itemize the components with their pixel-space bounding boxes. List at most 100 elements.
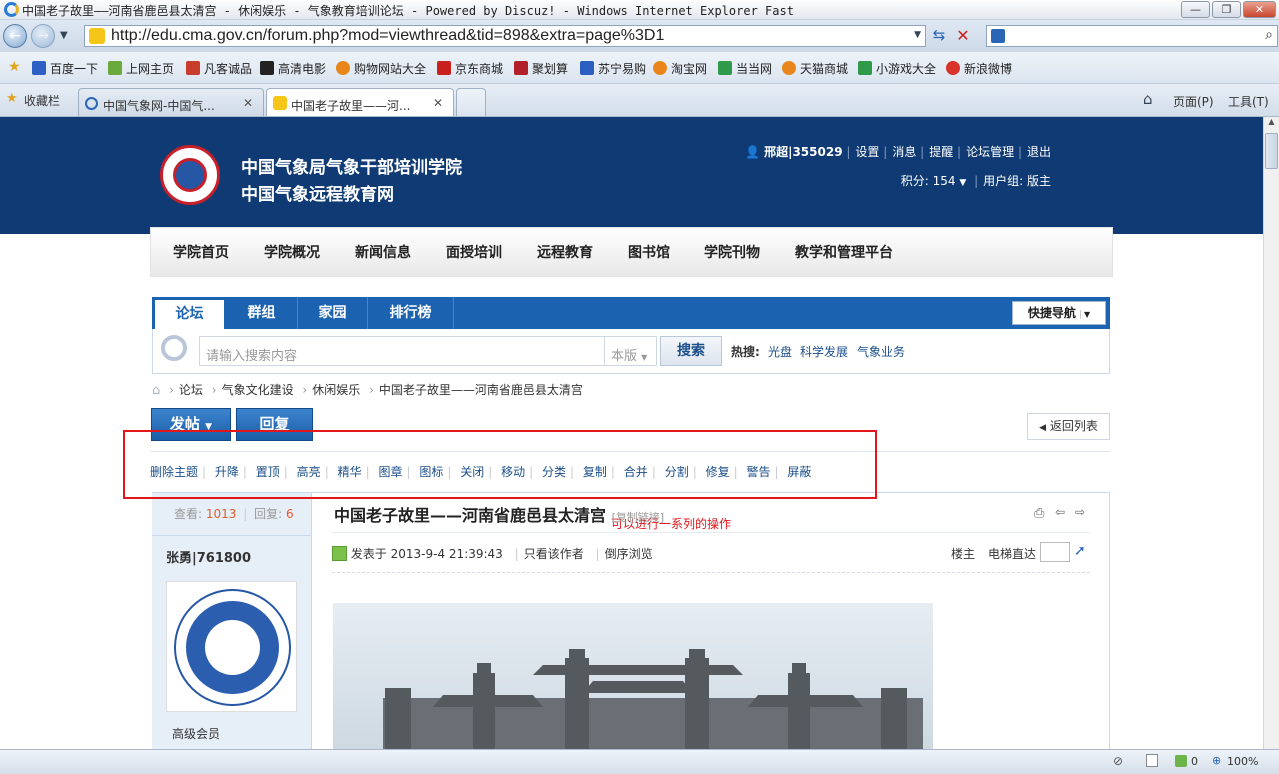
search-scope-select[interactable]: 本版 ▼ <box>605 336 657 366</box>
favorite-link[interactable]: 上网主页 <box>108 60 174 77</box>
tab-forum[interactable]: 论坛 <box>155 300 224 329</box>
browser-tab[interactable]: 中国气象网-中国气... ✕ <box>78 88 264 116</box>
favorite-link[interactable]: 新浪微博 <box>946 60 1012 77</box>
points-dropdown[interactable]: 积分: 154 <box>901 174 956 188</box>
academy-logo <box>160 145 220 205</box>
breadcrumb-item[interactable]: 论坛 <box>179 383 203 397</box>
close-window-button[interactable]: ✕ <box>1243 1 1276 18</box>
favorite-link[interactable]: 淘宝网 <box>653 60 707 77</box>
browser-search-input[interactable]: ⌕ <box>986 25 1278 47</box>
avatar[interactable] <box>166 581 297 712</box>
back-arrow-icon[interactable]: ← <box>3 24 27 48</box>
jd-icon <box>437 61 451 75</box>
back-to-list-button[interactable]: ◀ 返回列表 <box>1027 413 1110 440</box>
maximize-button[interactable]: ❐ <box>1212 1 1241 18</box>
chevron-down-icon: ▼ <box>959 178 967 188</box>
favorites-center-label[interactable]: 收藏栏 <box>24 92 60 109</box>
nav-item[interactable]: 学院首页 <box>173 242 229 262</box>
logout-link[interactable]: 退出 <box>1027 145 1051 159</box>
online-status-icon <box>332 546 347 561</box>
stop-icon[interactable]: ✕ <box>953 26 973 46</box>
hot-search-link[interactable]: 科学发展 <box>800 343 848 360</box>
scroll-up-icon[interactable]: ▲ <box>1265 117 1278 131</box>
jump-label: 电梯直达 <box>988 547 1037 561</box>
favorite-link[interactable]: 天猫商城 <box>782 60 848 77</box>
dangdang-icon <box>718 61 732 75</box>
close-tab-icon[interactable]: ✕ <box>243 96 253 110</box>
tab-ranking[interactable]: 排行榜 <box>368 297 454 329</box>
hot-search-link[interactable]: 光盘 <box>768 343 792 360</box>
window-title-bar: 中国老子故里——河南省鹿邑县太清宫 - 休闲娱乐 - 气象教育培训论坛 - Po… <box>0 0 1279 20</box>
address-row: ← → ▼ http://edu.cma.gov.cn/forum.php?mo… <box>0 20 1279 52</box>
refresh-icon[interactable]: ⇆ <box>929 26 949 46</box>
add-favorite-icon[interactable]: ★ <box>8 59 21 75</box>
status-bar: ⊘ 0 ⊕ 100% <box>0 749 1279 774</box>
address-bar[interactable]: http://edu.cma.gov.cn/forum.php?mod=view… <box>84 25 926 47</box>
chevron-down-icon: ▼ <box>1080 310 1091 319</box>
only-author-link[interactable]: 只看该作者 <box>524 547 584 561</box>
movie-icon <box>260 61 274 75</box>
nav-item[interactable]: 面授培训 <box>446 242 502 262</box>
favorite-link[interactable]: 购物网站大全 <box>336 60 426 77</box>
settings-link[interactable]: 设置 <box>855 145 879 159</box>
page-menu[interactable]: 页面(P) <box>1173 93 1214 110</box>
quick-nav-button[interactable]: 快捷导航 ▼ <box>1012 301 1106 325</box>
site-name-line1: 中国气象局气象干部培训学院 <box>241 158 462 178</box>
favorite-link[interactable]: 苏宁易购 <box>580 60 646 77</box>
copy-link[interactable]: [复制链接] <box>612 511 665 524</box>
previous-thread-icon[interactable]: ⇦ <box>1055 505 1065 519</box>
reverse-order-link[interactable]: 倒序浏览 <box>605 547 653 561</box>
nav-item[interactable]: 学院概况 <box>264 242 320 262</box>
hot-search-link[interactable]: 气象业务 <box>857 343 905 360</box>
next-thread-icon[interactable]: ⇨ <box>1075 505 1085 519</box>
minimize-button[interactable]: — <box>1181 1 1210 18</box>
breadcrumb-item[interactable]: 气象文化建设 <box>222 383 294 397</box>
forward-arrow-icon[interactable]: → <box>31 24 55 48</box>
favorite-link[interactable]: 高清电影 <box>260 60 326 77</box>
thread-title: 中国老子故里——河南省鹿邑县太清宫 [复制链接] <box>334 506 665 525</box>
tab-groups[interactable]: 群组 <box>226 297 298 329</box>
zoom-level[interactable]: 100% <box>1227 755 1258 768</box>
home-icon[interactable]: ⌂ <box>152 383 160 398</box>
breadcrumb-item[interactable]: 休闲娱乐 <box>312 383 360 397</box>
floor-label: 楼主 <box>951 547 976 561</box>
vertical-scrollbar[interactable]: ▲ <box>1263 117 1279 749</box>
tab-home[interactable]: 家园 <box>298 297 368 329</box>
print-icon[interactable]: ⎙ <box>1034 506 1044 521</box>
messages-link[interactable]: 消息 <box>892 145 916 159</box>
home-icon[interactable]: ⌂ <box>1143 90 1153 108</box>
search-icon[interactable]: ⌕ <box>1265 27 1273 43</box>
scroll-thumb[interactable] <box>1265 133 1278 169</box>
username-link[interactable]: 邢超|355029 <box>764 145 842 159</box>
nav-item[interactable]: 学院刊物 <box>704 242 760 262</box>
nav-item[interactable]: 教学和管理平台 <box>795 242 893 262</box>
search-button[interactable]: 搜索 <box>660 336 722 366</box>
author-name[interactable]: 张勇|761800 <box>166 547 251 566</box>
favorite-link[interactable]: 凡客诚品 <box>186 60 252 77</box>
go-icon[interactable]: ➚ <box>1074 543 1086 559</box>
favorite-link[interactable]: 小游戏大全 <box>858 60 936 77</box>
tools-menu[interactable]: 工具(T) <box>1228 93 1269 110</box>
favorite-link[interactable]: 京东商城 <box>437 60 503 77</box>
addon-icon <box>1175 755 1187 767</box>
post-date: 发表于 2013-9-4 21:39:43 <box>350 547 503 561</box>
new-tab-button[interactable] <box>456 88 486 116</box>
nav-item[interactable]: 图书馆 <box>628 242 670 262</box>
history-dropdown-icon[interactable]: ▼ <box>60 30 68 41</box>
nav-item[interactable]: 远程教育 <box>537 242 593 262</box>
favorite-link[interactable]: 聚划算 <box>514 60 568 77</box>
favorite-link[interactable]: 百度一下 <box>32 60 98 77</box>
forum-admin-link[interactable]: 论坛管理 <box>966 145 1014 159</box>
forum-search-input[interactable]: 请输入搜索内容 <box>199 336 605 366</box>
close-tab-icon[interactable]: ✕ <box>433 96 443 110</box>
ie-logo-icon <box>4 2 19 17</box>
breadcrumb-item[interactable]: 中国老子故里——河南省鹿邑县太清宫 <box>379 383 583 397</box>
nav-item[interactable]: 新闻信息 <box>355 242 411 262</box>
favorites-star-icon: ★ <box>6 91 18 106</box>
jump-floor-input[interactable] <box>1040 542 1070 562</box>
url-dropdown-icon[interactable]: ▼ <box>914 30 921 40</box>
search-provider-icon <box>991 29 1005 43</box>
notifications-link[interactable]: 提醒 <box>929 145 953 159</box>
favorite-link[interactable]: 当当网 <box>718 60 772 77</box>
browser-tab-active[interactable]: 中国老子故里——河... ✕ <box>266 88 454 116</box>
